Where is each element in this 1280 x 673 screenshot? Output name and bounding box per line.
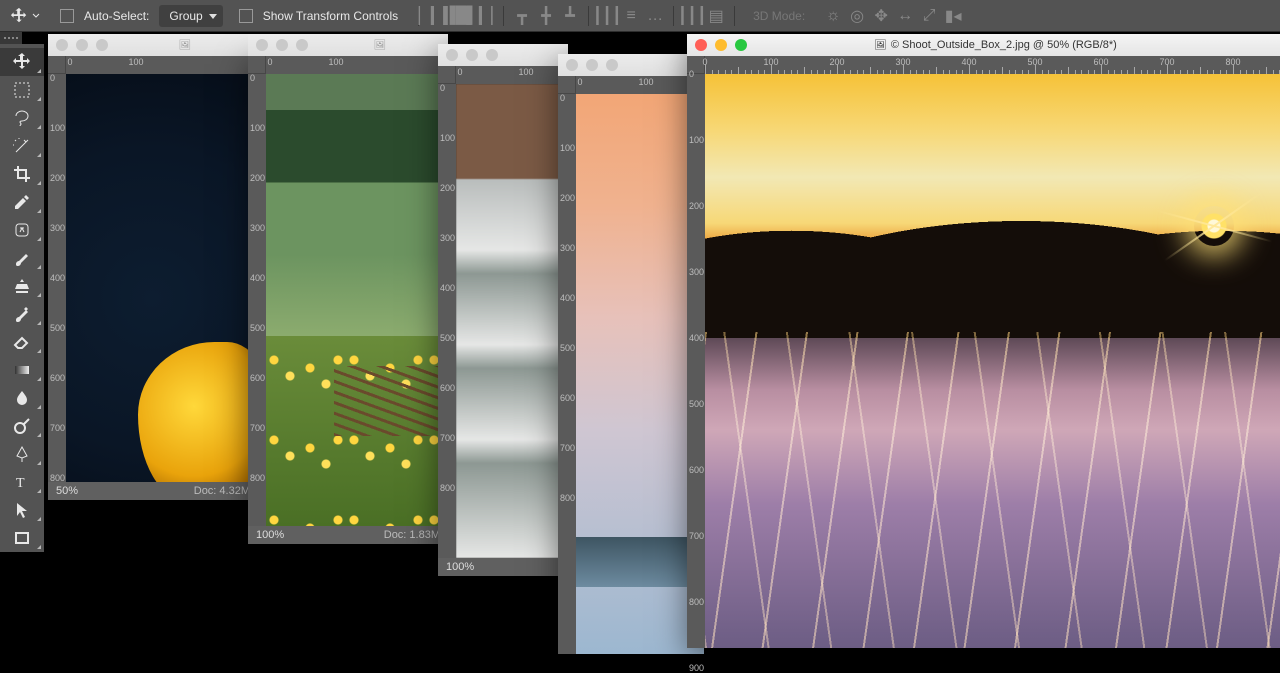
document-window-1[interactable]: 🖼 0100 0100200300400500600700800 50% Doc…: [48, 34, 258, 500]
pan-3d-icon[interactable]: ✥: [869, 4, 893, 28]
camera-3d-icon[interactable]: ▮◂: [941, 4, 965, 28]
document-window-4[interactable]: 0100 0100200300400500600700800: [558, 54, 704, 654]
toolbar-grip[interactable]: [0, 32, 22, 44]
mode-3d-label: 3D Mode:: [741, 9, 811, 23]
window-title: 🖼: [116, 39, 258, 51]
ruler-horizontal[interactable]: 0100: [438, 66, 568, 84]
move-icon: [10, 7, 28, 25]
document-window-5[interactable]: 🖼© Shoot_Outside_Box_2.jpg @ 50% (RGB/8*…: [687, 34, 1280, 648]
tool-lasso[interactable]: [0, 104, 44, 132]
window-titlebar[interactable]: 🖼: [48, 34, 258, 56]
tool-eyedropper[interactable]: [0, 188, 44, 216]
document-window-2[interactable]: 🖼 0100 0100200300400500600700800 100% Do…: [248, 56, 448, 544]
ruler-horizontal[interactable]: 0100: [48, 56, 258, 74]
document-canvas[interactable]: [266, 74, 448, 526]
tool-blur[interactable]: [0, 384, 44, 412]
traffic-lights[interactable]: [558, 59, 626, 71]
auto-select-checkbox[interactable]: [60, 9, 74, 23]
ruler-horizontal[interactable]: 0100: [248, 56, 448, 74]
align-top-icon[interactable]: ┳: [510, 4, 534, 28]
tool-gradient[interactable]: [0, 356, 44, 384]
tools-panel: T: [0, 44, 44, 552]
align-tools: ▏▎▍ ▐█▌ ▍▎▏ ┳ ╋ ┻ ┃┃┃ ≡ … ┃┃┃ ▤: [412, 4, 741, 28]
scale-3d-icon[interactable]: ⤢: [917, 4, 941, 28]
show-transform-checkbox[interactable]: [239, 9, 253, 23]
zoom-level[interactable]: 100%: [446, 561, 474, 573]
status-bar: 100% Doc: 1.83M: [248, 526, 448, 544]
ruler-vertical[interactable]: 0100200300400500600700800: [248, 74, 266, 526]
distribute-v-icon[interactable]: ≡: [619, 4, 643, 28]
zoom-level[interactable]: 50%: [56, 485, 78, 497]
ruler-vertical[interactable]: 0100200300400500600700800: [48, 74, 66, 482]
auto-select-label: Auto-Select:: [80, 9, 153, 23]
align-vcenter-icon[interactable]: ╋: [534, 4, 558, 28]
orbit-3d-icon[interactable]: ☼: [821, 4, 845, 28]
chevron-down-icon: [32, 12, 40, 20]
ruler-vertical[interactable]: 0100200300400500600700800: [558, 94, 576, 654]
doc-size: Doc: 1.83M: [384, 529, 440, 541]
auto-align-icon[interactable]: ▤: [704, 4, 728, 28]
status-bar: 50% Doc: 4.32M: [48, 482, 258, 500]
tool-pen[interactable]: [0, 440, 44, 468]
window-titlebar[interactable]: 🖼© Shoot_Outside_Box_2.jpg @ 50% (RGB/8*…: [687, 34, 1280, 56]
minimize-icon[interactable]: [715, 39, 727, 51]
traffic-lights[interactable]: [248, 39, 316, 51]
traffic-lights[interactable]: [438, 49, 506, 61]
distribute-3-icon[interactable]: ┃┃┃: [680, 4, 704, 28]
tool-rectangle[interactable]: [0, 524, 44, 552]
document-canvas[interactable]: [705, 74, 1280, 648]
tool-magic-wand[interactable]: [0, 132, 44, 160]
tool-history-brush[interactable]: [0, 300, 44, 328]
tool-eraser[interactable]: [0, 328, 44, 356]
slide-3d-icon[interactable]: ↔: [893, 4, 917, 28]
roll-3d-icon[interactable]: ◎: [845, 4, 869, 28]
close-icon[interactable]: [695, 39, 707, 51]
tool-clone-stamp[interactable]: [0, 272, 44, 300]
tool-crop[interactable]: [0, 160, 44, 188]
distribute-h-icon[interactable]: ┃┃┃: [595, 4, 619, 28]
ruler-vertical[interactable]: 0100200300400500600700800900: [687, 74, 705, 648]
traffic-lights[interactable]: [687, 39, 755, 51]
tool-path-select[interactable]: [0, 496, 44, 524]
align-bottom-icon[interactable]: ┻: [558, 4, 582, 28]
auto-select-dropdown[interactable]: Group: [159, 5, 222, 27]
zoom-level[interactable]: 100%: [256, 529, 284, 541]
tool-dodge[interactable]: [0, 412, 44, 440]
show-transform-label: Show Transform Controls: [259, 9, 402, 23]
ruler-horizontal[interactable]: 0100200300400500600700800900100011001200: [687, 56, 1280, 74]
svg-text:T: T: [16, 476, 25, 491]
traffic-lights[interactable]: [48, 39, 116, 51]
window-titlebar[interactable]: [558, 54, 704, 76]
tool-healing-brush[interactable]: [0, 216, 44, 244]
current-tool-chip[interactable]: [4, 7, 46, 25]
ruler-vertical[interactable]: 0100200300400500600700800: [438, 84, 456, 558]
status-bar: 100%: [438, 558, 568, 576]
align-right-icon[interactable]: ▍▎▏: [473, 4, 497, 28]
document-canvas[interactable]: [576, 94, 704, 654]
document-window-3[interactable]: 0100 0100200300400500600700800 100%: [438, 44, 568, 576]
options-bar: Auto-Select: Group Show Transform Contro…: [0, 0, 1280, 32]
tool-marquee[interactable]: [0, 76, 44, 104]
window-title: 🖼: [316, 39, 448, 51]
window-titlebar[interactable]: [438, 44, 568, 66]
window-title: 🖼© Shoot_Outside_Box_2.jpg @ 50% (RGB/8*…: [755, 39, 1236, 51]
tool-type[interactable]: T: [0, 468, 44, 496]
zoom-icon[interactable]: [735, 39, 747, 51]
mode-3d-tools: ☼ ◎ ✥ ↔ ⤢ ▮◂: [821, 4, 965, 28]
doc-size: Doc: 4.32M: [194, 485, 250, 497]
tool-move[interactable]: [0, 48, 44, 76]
window-titlebar[interactable]: 🖼: [248, 34, 448, 56]
more-align-icon[interactable]: …: [643, 4, 667, 28]
document-canvas[interactable]: [66, 74, 258, 482]
tool-brush[interactable]: [0, 244, 44, 272]
document-canvas[interactable]: [456, 84, 568, 558]
ruler-horizontal[interactable]: 0100: [558, 76, 704, 94]
